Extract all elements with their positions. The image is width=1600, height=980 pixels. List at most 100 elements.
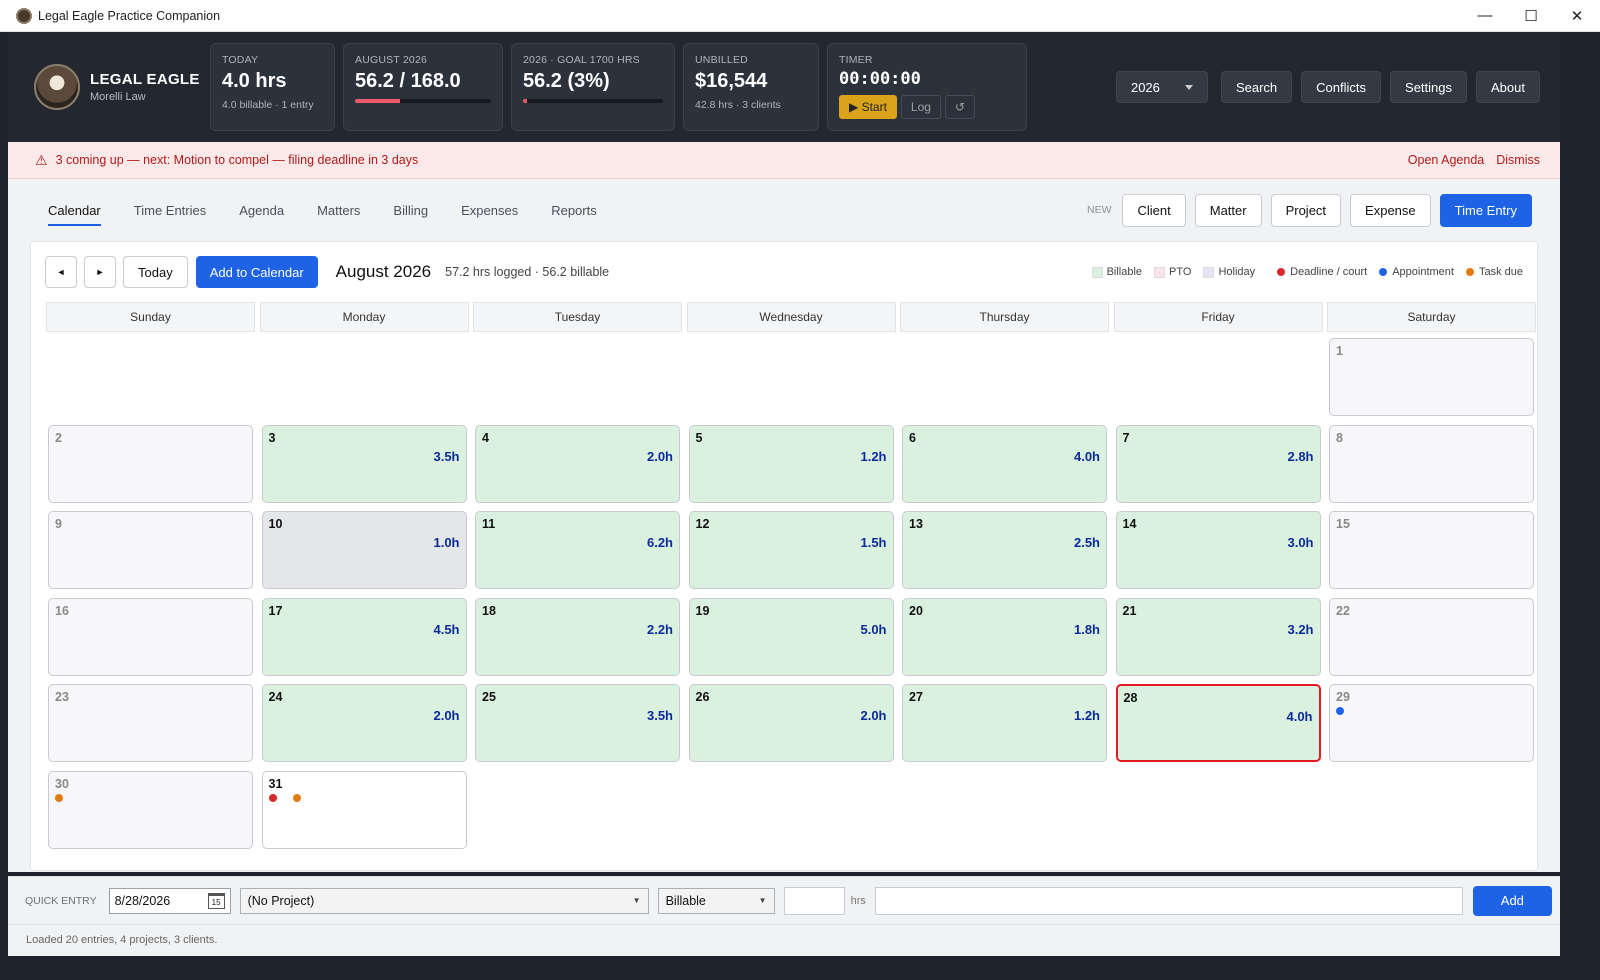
- timer-log-button[interactable]: Log: [900, 95, 941, 119]
- description-input[interactable]: [874, 886, 1463, 915]
- calendar-day-cell[interactable]: 3 3.5h: [261, 424, 467, 503]
- calendar-day-cell[interactable]: 24 2.0h: [261, 684, 467, 762]
- dismiss-link[interactable]: Dismiss: [1496, 153, 1540, 167]
- day-number: 23: [55, 690, 69, 704]
- tab-billing[interactable]: Billing: [393, 197, 428, 224]
- stat-today-label: TODAY: [222, 54, 259, 66]
- calendar-day-cell[interactable]: 1: [1329, 338, 1534, 416]
- year-value: 2026: [1130, 79, 1160, 95]
- day-hours: 2.8h: [1287, 448, 1314, 464]
- calendar-day-cell[interactable]: 28 4.0h: [1115, 684, 1321, 762]
- calendar-day-cell[interactable]: 21 3.2h: [1115, 597, 1321, 676]
- tab-time-entries[interactable]: Time Entries: [134, 197, 206, 224]
- calendar-day-cell[interactable]: 23: [48, 684, 253, 762]
- entry-type-select[interactable]: Billable ▼: [657, 887, 775, 914]
- calendar-day-cell[interactable]: 19 5.0h: [688, 597, 894, 676]
- maximize-button[interactable]: ☐: [1508, 0, 1554, 32]
- minimize-button[interactable]: —: [1462, 0, 1508, 32]
- tab-expenses[interactable]: Expenses: [461, 197, 518, 224]
- calendar-day-cell[interactable]: 8: [1329, 424, 1534, 503]
- app-header: LEGAL EAGLE Morelli Law TODAY 4.0 hrs 4.…: [8, 32, 1560, 142]
- calendar-blank-cell: [262, 338, 467, 416]
- firm-name: Morelli Law: [90, 91, 146, 103]
- weekday-tuesday: Tuesday: [473, 302, 682, 332]
- calendar-day-cell[interactable]: 6 4.0h: [902, 424, 1107, 503]
- task-dot-icon: [55, 793, 63, 802]
- calendar-day-cell[interactable]: 18 2.2h: [475, 597, 680, 676]
- new-expense-button[interactable]: Expense: [1350, 193, 1431, 227]
- open-agenda-link[interactable]: Open Agenda: [1408, 153, 1484, 167]
- calendar-day-cell[interactable]: 26 2.0h: [688, 684, 894, 762]
- new-matter-button[interactable]: Matter: [1194, 193, 1262, 227]
- prev-month-button[interactable]: ◄: [45, 256, 77, 288]
- next-month-button[interactable]: ►: [84, 256, 116, 288]
- calendar-day-cell[interactable]: 11 6.2h: [475, 511, 680, 589]
- day-number: 11: [482, 517, 496, 531]
- about-button[interactable]: About: [1476, 71, 1540, 103]
- calendar-day-cell[interactable]: 27 1.2h: [902, 684, 1107, 762]
- calendar-day-cell[interactable]: 17 4.5h: [261, 597, 467, 676]
- day-number: 13: [909, 517, 923, 531]
- day-hours: 3.5h: [433, 448, 460, 464]
- day-hours: 2.0h: [433, 708, 460, 723]
- tab-calendar[interactable]: Calendar: [48, 197, 101, 226]
- tab-matters[interactable]: Matters: [317, 197, 360, 224]
- date-field[interactable]: 8/28/2026 15: [108, 887, 231, 914]
- calendar-grid: 1 2 3 3.5h 4 2.0h 5 1.2h 6 4.0h 7 2.8h 8 9 10 1.0h 11 6.2…: [48, 338, 1534, 849]
- new-time-entry-button[interactable]: Time Entry: [1439, 193, 1532, 227]
- calendar-day-cell[interactable]: 31: [261, 770, 467, 849]
- day-hours: 2.5h: [1073, 535, 1100, 550]
- calendar-blank-cell: [1116, 338, 1321, 416]
- calendar-day-cell[interactable]: 9: [48, 511, 253, 589]
- day-hours: 1.2h: [1073, 708, 1100, 723]
- stat-unbilled-value: $16,544: [695, 70, 768, 92]
- window-title: Legal Eagle Practice Companion: [38, 8, 221, 23]
- calendar-day-cell[interactable]: 12 1.5h: [688, 511, 894, 589]
- calendar-day-cell[interactable]: 14 3.0h: [1115, 511, 1321, 589]
- calendar-day-cell[interactable]: 7 2.8h: [1115, 424, 1321, 503]
- timer-reset-icon[interactable]: ↺: [944, 95, 975, 119]
- conflicts-button[interactable]: Conflicts: [1301, 71, 1382, 103]
- calendar-day-cell[interactable]: 2: [48, 424, 253, 503]
- calendar-day-cell[interactable]: 20 1.8h: [902, 597, 1107, 676]
- calendar-day-cell[interactable]: 25 3.5h: [475, 684, 680, 762]
- day-hours: 2.2h: [646, 621, 673, 637]
- day-hours: 2.0h: [646, 448, 673, 464]
- day-number: 25: [482, 690, 496, 704]
- timer-start-button[interactable]: ▶ Start: [839, 95, 897, 119]
- calendar-day-cell[interactable]: 10 1.0h: [261, 511, 467, 589]
- close-button[interactable]: ✕: [1554, 0, 1600, 32]
- calendar-day-cell[interactable]: 15: [1329, 511, 1534, 589]
- warning-icon: ⚠: [35, 151, 48, 168]
- calendar-day-cell[interactable]: 16: [48, 597, 253, 676]
- stat-month: AUGUST 2026 56.2 / 168.0: [343, 43, 503, 131]
- calendar-day-cell[interactable]: 13 2.5h: [902, 511, 1107, 589]
- day-number: 21: [1122, 603, 1137, 618]
- day-number: 31: [268, 776, 283, 791]
- new-project-button[interactable]: Project: [1270, 193, 1342, 227]
- today-button[interactable]: Today: [123, 256, 188, 288]
- calendar-day-cell[interactable]: 4 2.0h: [475, 424, 680, 503]
- calendar-day-cell[interactable]: 30: [48, 770, 253, 849]
- calendar-day-cell[interactable]: 29: [1329, 684, 1534, 762]
- calendar-day-cell[interactable]: 22: [1329, 597, 1534, 676]
- settings-button[interactable]: Settings: [1390, 71, 1468, 103]
- hours-input[interactable]: [783, 886, 845, 915]
- calendar-icon[interactable]: 15: [207, 892, 225, 909]
- add-to-calendar-button[interactable]: Add to Calendar: [195, 256, 318, 288]
- stat-unbilled: UNBILLED $16,544 42.8 hrs · 3 clients: [683, 43, 819, 131]
- search-button[interactable]: Search: [1220, 71, 1293, 103]
- calendar-day-cell[interactable]: 5 1.2h: [688, 424, 894, 503]
- project-select[interactable]: (No Project) ▼: [239, 887, 649, 914]
- stat-today: TODAY 4.0 hrs 4.0 billable · 1 entry: [210, 43, 335, 131]
- new-client-button[interactable]: Client: [1122, 193, 1186, 227]
- day-hours: 4.0h: [1073, 448, 1100, 464]
- tab-agenda[interactable]: Agenda: [239, 197, 284, 224]
- tab-reports[interactable]: Reports: [551, 197, 597, 224]
- legend-billable: Billable: [1106, 266, 1143, 278]
- task-dot-icon: [292, 793, 301, 802]
- add-entry-button[interactable]: Add: [1472, 885, 1552, 916]
- day-hours: 1.2h: [860, 448, 887, 464]
- year-select[interactable]: 2026: [1115, 71, 1208, 103]
- day-number: 27: [909, 690, 923, 704]
